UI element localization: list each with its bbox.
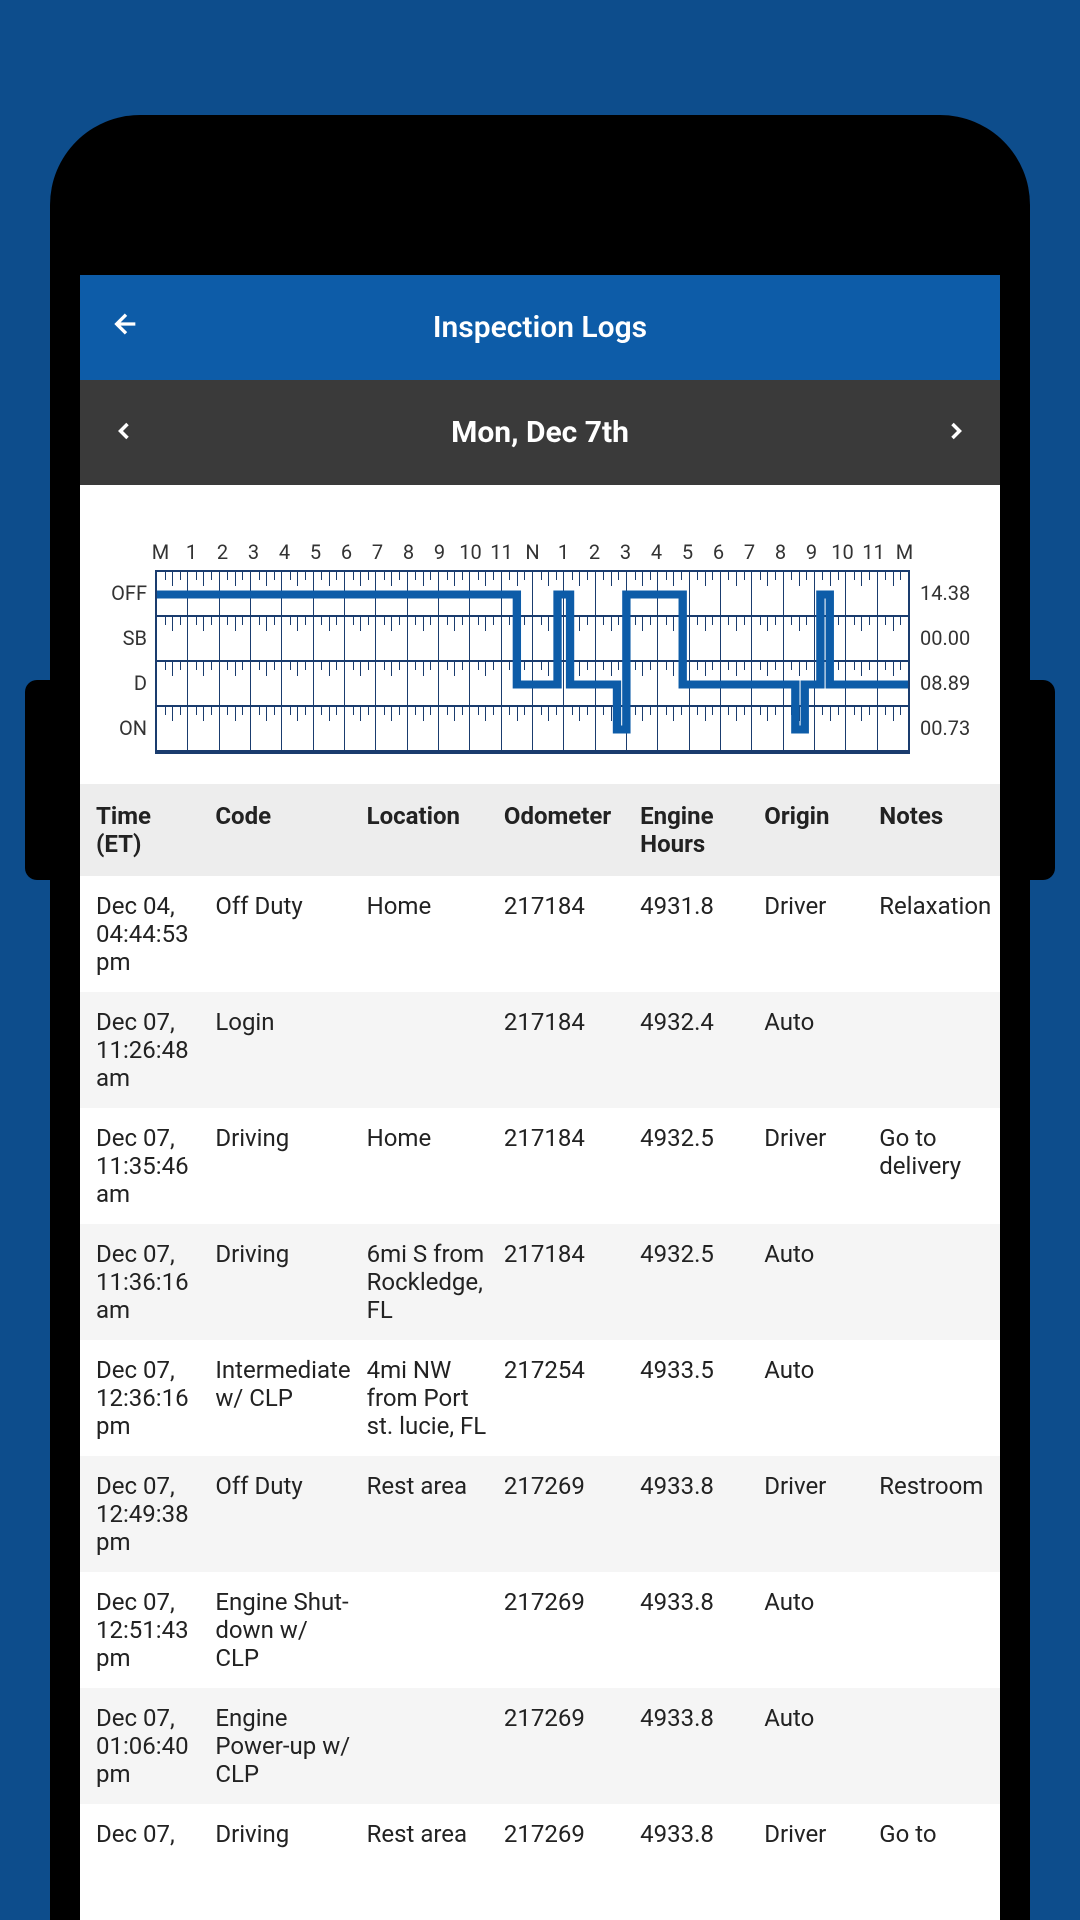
back-button[interactable]: [110, 307, 142, 349]
date-navigation: Mon, Dec 7th: [80, 380, 1000, 485]
header-odometer: Odometer: [496, 784, 632, 876]
prev-day-button[interactable]: [110, 412, 138, 454]
app-header: Inspection Logs: [80, 275, 1000, 380]
header-code: Code: [207, 784, 358, 876]
table-row[interactable]: Dec 04, 04:44:53 pmOff DutyHome217184493…: [80, 876, 1000, 992]
app-screen: Inspection Logs Mon, Dec 7th M1234567891…: [80, 275, 1000, 1920]
hos-chart: M1234567891011N1234567891011M OFFSBDON 1…: [80, 485, 1000, 784]
table-row[interactable]: Dec 07, 01:06:40 pmEngine Power-up w/ CL…: [80, 1688, 1000, 1804]
chart-status-labels: OFFSBDON: [100, 570, 155, 754]
header-location: Location: [359, 784, 496, 876]
table-row[interactable]: Dec 07, 12:49:38 pmOff DutyRest area2172…: [80, 1456, 1000, 1572]
header-engine: Engine Hours: [632, 784, 756, 876]
header-time: Time (ET): [80, 784, 207, 876]
page-title: Inspection Logs: [433, 310, 647, 345]
log-table-body[interactable]: Dec 04, 04:44:53 pmOff DutyHome217184493…: [80, 876, 1000, 1864]
chart-hour-labels: M1234567891011N1234567891011M: [100, 540, 980, 564]
header-notes: Notes: [871, 784, 1000, 876]
phone-frame: Inspection Logs Mon, Dec 7th M1234567891…: [50, 115, 1030, 1920]
table-row[interactable]: Dec 07, 11:26:48 amLogin2171844932.4Auto: [80, 992, 1000, 1108]
table-row[interactable]: Dec 07, 12:51:43 pmEngine Shut-down w/ C…: [80, 1572, 1000, 1688]
current-date-label: Mon, Dec 7th: [451, 415, 629, 450]
header-origin: Origin: [756, 784, 871, 876]
log-table: Time (ET) Code Location Odometer Engine …: [80, 784, 1000, 1864]
next-day-button[interactable]: [942, 412, 970, 454]
phone-frame-edge: [1030, 680, 1055, 880]
chart-total-labels: 14.3800.0008.8900.73: [910, 570, 980, 754]
table-row[interactable]: Dec 07, 12:36:16 pmIntermediate w/ CLP4m…: [80, 1340, 1000, 1456]
table-row[interactable]: Dec 07,DrivingRest area2172694933.8Drive…: [80, 1804, 1000, 1864]
table-row[interactable]: Dec 07, 11:35:46 amDrivingHome2171844932…: [80, 1108, 1000, 1224]
table-row[interactable]: Dec 07, 11:36:16 amDriving6mi S from Roc…: [80, 1224, 1000, 1340]
chart-grid: [155, 570, 910, 754]
log-table-header: Time (ET) Code Location Odometer Engine …: [80, 784, 1000, 876]
phone-frame-edge: [25, 680, 50, 880]
